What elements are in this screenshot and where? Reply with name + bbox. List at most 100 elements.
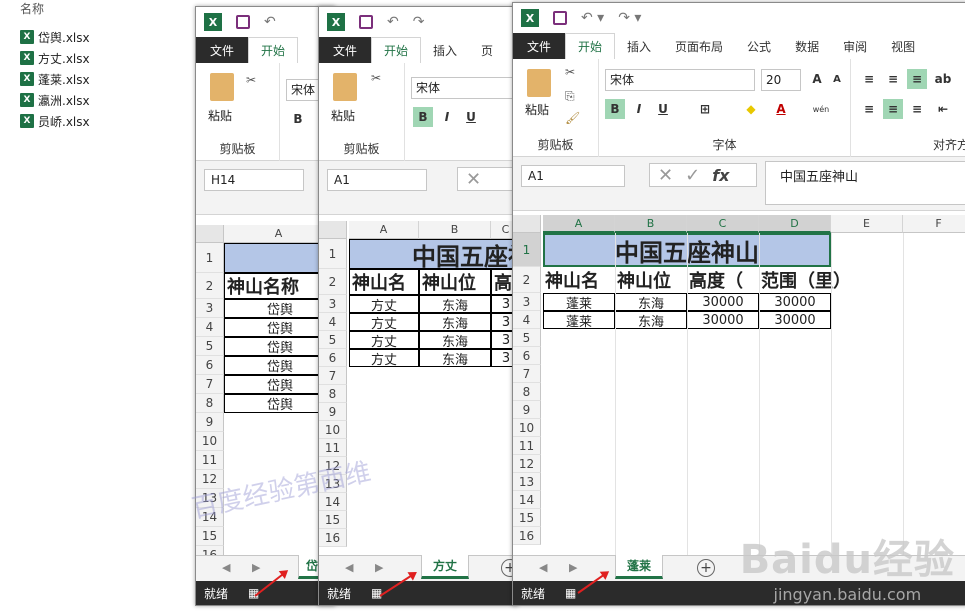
cut-icon[interactable]: ✂ (371, 71, 381, 85)
orientation-icon[interactable]: ab (933, 69, 953, 89)
row-header[interactable]: 11 (196, 451, 224, 470)
tab-data[interactable]: 数据 (783, 33, 831, 59)
tab-insert[interactable]: 插入 (615, 33, 663, 59)
file-item[interactable]: X 方丈.xlsx (20, 49, 90, 67)
paste-label[interactable]: 粘贴 (208, 107, 232, 124)
paste-icon[interactable] (333, 73, 357, 101)
row-header[interactable]: 6 (196, 356, 224, 375)
row-header[interactable]: 8 (513, 383, 541, 401)
tab-file[interactable]: 文件 (196, 37, 248, 63)
table-cell[interactable]: 东海 (419, 295, 491, 313)
paste-icon[interactable] (527, 69, 551, 97)
row-header[interactable]: 3 (319, 295, 347, 313)
sheet-tab[interactable]: 蓬莱 (615, 555, 663, 579)
file-item[interactable]: X 瀛洲.xlsx (20, 91, 90, 109)
column-header[interactable]: A (543, 215, 615, 233)
tab-home[interactable]: 开始 (371, 37, 422, 63)
row-header[interactable]: 9 (319, 403, 347, 421)
row-header[interactable]: 15 (196, 527, 224, 546)
align-left-icon[interactable]: ≡ (859, 99, 879, 119)
table-cell[interactable]: 30000 (759, 311, 831, 329)
tab-page-layout[interactable]: 页面布局 (663, 33, 735, 59)
column-header[interactable]: C (687, 215, 759, 233)
column-header[interactable]: E (831, 215, 903, 233)
row-header[interactable]: 6 (319, 349, 347, 367)
table-header-cell[interactable]: 范围（里） (759, 267, 867, 293)
add-sheet-icon[interactable]: + (697, 559, 715, 577)
row-header[interactable]: 12 (513, 455, 541, 473)
row-header[interactable]: 7 (513, 365, 541, 383)
name-box[interactable]: A1 (521, 165, 625, 187)
font-name-box[interactable]: 宋体 (411, 77, 517, 99)
enter-icon[interactable]: ✓ (685, 165, 700, 186)
increase-font-icon[interactable]: A (807, 69, 827, 89)
redo-icon[interactable]: ↷ ▾ (618, 10, 641, 26)
table-cell[interactable]: 蓬莱 (543, 311, 615, 329)
redo-icon[interactable]: ↷ (413, 14, 425, 30)
paste-label[interactable]: 粘贴 (331, 107, 355, 124)
sheet-prev-icon[interactable]: ◀ (539, 561, 547, 574)
phonetic-icon[interactable]: wén (811, 99, 831, 119)
row-header[interactable]: 3 (196, 299, 224, 318)
tab-page-layout[interactable]: 页 (469, 37, 505, 63)
table-cell[interactable]: 方丈 (349, 313, 419, 331)
tab-home[interactable]: 开始 (248, 37, 299, 63)
align-right-icon[interactable]: ≡ (907, 99, 927, 119)
row-header[interactable]: 2 (513, 267, 541, 293)
underline-button[interactable]: U (461, 107, 481, 127)
row-header[interactable]: 7 (196, 375, 224, 394)
table-header-cell[interactable]: 神山名 (543, 267, 615, 293)
fill-color-icon[interactable]: ◆ (741, 99, 761, 119)
sheet-prev-icon[interactable]: ◀ (345, 561, 353, 574)
tab-review[interactable]: 审阅 (831, 33, 879, 59)
row-header[interactable]: 2 (319, 269, 347, 295)
table-header-cell[interactable]: 神山位 (419, 269, 491, 295)
underline-button[interactable]: U (653, 99, 673, 119)
name-box[interactable]: H14 (204, 169, 304, 191)
cut-icon[interactable]: ✂ (565, 65, 575, 79)
tab-view[interactable]: 视图 (879, 33, 927, 59)
table-cell[interactable]: 方丈 (349, 331, 419, 349)
table-cell[interactable]: 30000 (687, 311, 759, 329)
row-header[interactable]: 8 (319, 385, 347, 403)
insert-function-icon[interactable]: fx (712, 166, 729, 185)
row-header[interactable]: 15 (319, 511, 347, 529)
tab-file[interactable]: 文件 (319, 37, 371, 63)
column-header[interactable]: A (349, 221, 419, 239)
bold-button[interactable]: B (605, 99, 625, 119)
select-all-corner[interactable] (319, 221, 347, 239)
row-header[interactable]: 16 (319, 529, 347, 547)
bold-button[interactable]: B (288, 109, 308, 129)
formula-bar[interactable]: 中国五座神山 (765, 161, 965, 205)
sheet-next-icon[interactable]: ▶ (252, 561, 260, 574)
file-item[interactable]: X 岱舆.xlsx (20, 28, 90, 46)
row-header[interactable]: 10 (513, 419, 541, 437)
column-header[interactable]: B (419, 221, 491, 239)
row-header[interactable]: 5 (319, 331, 347, 349)
row-header[interactable]: 16 (513, 527, 541, 545)
sheet-next-icon[interactable]: ▶ (375, 561, 383, 574)
row-header[interactable]: 13 (513, 473, 541, 491)
font-name-box[interactable]: 宋体 (605, 69, 755, 91)
align-middle-icon[interactable]: ≡ (883, 69, 903, 89)
row-header[interactable]: 1 (196, 243, 224, 273)
table-cell[interactable]: 东海 (419, 349, 491, 367)
row-header[interactable]: 11 (319, 439, 347, 457)
table-cell[interactable]: 方丈 (349, 349, 419, 367)
row-header[interactable]: 5 (196, 337, 224, 356)
file-item[interactable]: X 员峤.xlsx (20, 112, 90, 130)
italic-button[interactable]: I (629, 99, 649, 119)
save-icon[interactable] (359, 15, 373, 29)
italic-button[interactable]: I (437, 107, 457, 127)
row-header[interactable]: 1 (513, 233, 541, 267)
row-header[interactable]: 1 (319, 239, 347, 269)
copy-icon[interactable]: ⎘ (565, 89, 575, 104)
table-cell[interactable]: 蓬莱 (543, 293, 615, 311)
bold-button[interactable]: B (413, 107, 433, 127)
align-bottom-icon[interactable]: ≡ (907, 69, 927, 89)
font-color-icon[interactable]: A (771, 99, 791, 119)
row-header[interactable]: 8 (196, 394, 224, 413)
cut-icon[interactable]: ✂ (246, 73, 256, 87)
row-header[interactable]: 10 (196, 432, 224, 451)
column-header[interactable]: D (759, 215, 831, 233)
